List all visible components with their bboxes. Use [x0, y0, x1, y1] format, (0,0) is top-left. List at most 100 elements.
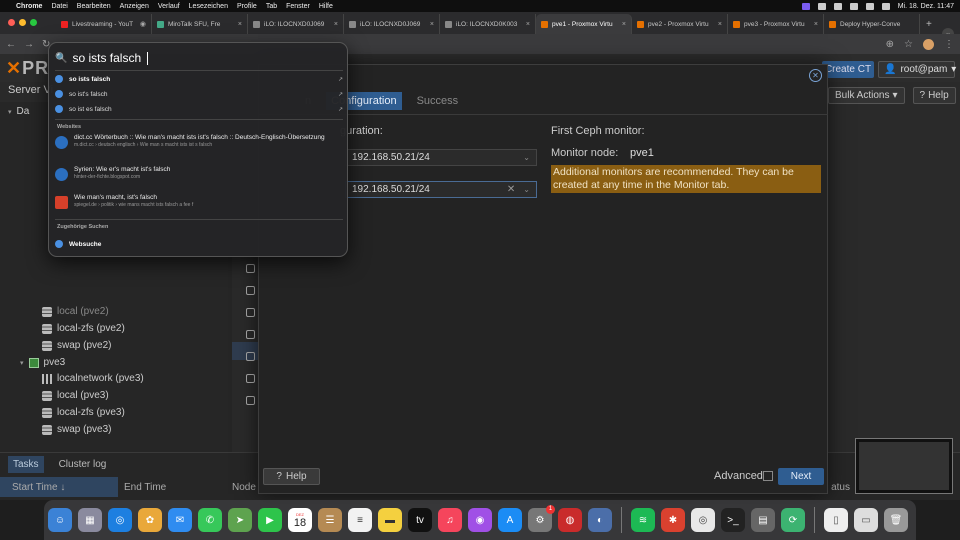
website-result[interactable]: Syrien: Wie er's macht ist's falsch hinte…	[55, 166, 343, 181]
user-menu-button[interactable]: 👤 root@pam ▾	[878, 61, 956, 78]
music-icon[interactable]: ♫	[438, 508, 462, 532]
folder-icon[interactable]	[246, 264, 255, 273]
chrome-icon[interactable]: ◎	[691, 508, 715, 532]
recorder-icon[interactable]: ◍	[558, 508, 582, 532]
profile-avatar[interactable]	[923, 38, 934, 50]
tree-item-storage[interactable]: swap (pve2)	[42, 340, 111, 351]
podcasts-icon[interactable]: ◉	[468, 508, 492, 532]
create-ct-button[interactable]: Create CT	[822, 61, 874, 78]
browser-tab[interactable]: iLO: ILOCNXD0J069 ×	[248, 14, 344, 34]
advanced-checkbox[interactable]	[763, 471, 773, 481]
menu-anzeigen[interactable]: Anzeigen	[120, 3, 149, 10]
menu-datei[interactable]: Datei	[51, 3, 67, 10]
browser-tab[interactable]: MiroTalk SFU, Fre ×	[152, 14, 248, 34]
bookmark-star-icon[interactable]: ☆	[904, 39, 913, 50]
tree-item-storage[interactable]: local-zfs (pve3)	[42, 407, 125, 418]
menu-profile[interactable]: Profile	[237, 3, 257, 10]
browser-tab-active[interactable]: pve1 - Proxmox Virtu ×	[536, 14, 632, 34]
column-end-time[interactable]: End Time	[118, 482, 232, 493]
document-icon[interactable]: ▯	[824, 508, 848, 532]
chevron-down-icon[interactable]: ⌄	[523, 153, 530, 162]
tab-close-icon[interactable]: ×	[430, 21, 434, 28]
tab-close-icon[interactable]: ×	[334, 21, 338, 28]
finder-icon[interactable]: ☺	[48, 508, 72, 532]
search-suggestion[interactable]: so ist es falsch ↗	[55, 102, 343, 116]
tree-item-network[interactable]: localnetwork (pve3)	[42, 373, 144, 384]
cluster-network-select[interactable]: 192.168.50.21/24 ✕ ⌄	[345, 181, 537, 198]
mail-icon[interactable]: ✉	[168, 508, 192, 532]
tree-node-pve3[interactable]: ▾ pve3	[20, 357, 65, 368]
screen-share-icon[interactable]	[801, 2, 810, 10]
battery-icon[interactable]	[833, 2, 842, 10]
launchpad-icon[interactable]: ▦	[78, 508, 102, 532]
tree-datacenter[interactable]: ▾ Da	[8, 106, 29, 117]
chevron-down-icon[interactable]: ⌄	[523, 185, 530, 194]
tab-tasks[interactable]: Tasks	[8, 456, 44, 473]
disk-icon[interactable]	[246, 396, 255, 405]
notes-icon[interactable]: ▬	[378, 508, 402, 532]
expand-icon[interactable]: ▾	[8, 108, 12, 116]
menu-bearbeiten[interactable]: Bearbeiten	[77, 3, 111, 10]
maps-icon[interactable]: ➤	[228, 508, 252, 532]
expand-icon[interactable]: ▾	[20, 359, 24, 367]
browser-tab[interactable]: Livestreaming - YouT ◉	[56, 14, 152, 34]
contacts-icon[interactable]: ☰	[318, 508, 342, 532]
menu-app-chrome[interactable]: Chrome	[16, 3, 42, 10]
volume-icon[interactable]	[817, 2, 826, 10]
minimize-window-button[interactable]	[19, 19, 26, 26]
search-suggestion[interactable]: so ist's falsch ↗	[55, 87, 343, 101]
clear-icon[interactable]: ✕	[507, 184, 515, 195]
menu-verlauf[interactable]: Verlauf	[158, 3, 180, 10]
app-icon[interactable]: ✱	[661, 508, 685, 532]
search-icon[interactable]	[865, 2, 874, 10]
spotify-icon[interactable]: ≋	[631, 508, 655, 532]
tab-close-icon[interactable]: ×	[718, 21, 722, 28]
spotlight-input[interactable]: 🔍 so ists falsch	[55, 48, 343, 68]
menu-tab[interactable]: Tab	[266, 3, 277, 10]
browser-tab[interactable]: Deploy Hyper-Conve	[824, 14, 920, 34]
ceph-icon[interactable]	[246, 330, 255, 339]
column-status[interactable]: atus	[831, 482, 850, 493]
tab-close-icon[interactable]: ×	[238, 21, 242, 28]
trash-icon[interactable]: 🗑	[884, 508, 908, 532]
app-store-icon[interactable]: A	[498, 508, 522, 532]
messages-icon[interactable]: ✆	[198, 508, 222, 532]
website-result[interactable]: Wie man's macht, ist's falsch spiegel.de …	[55, 194, 343, 209]
public-network-select[interactable]: 192.168.50.21/24 ⌄	[345, 149, 537, 166]
facetime-icon[interactable]: ▶	[258, 508, 282, 532]
server-view-selector[interactable]: Server Vi	[8, 84, 53, 96]
web-search-item[interactable]: Websuche	[55, 237, 343, 251]
help-button[interactable]: ? Help	[912, 87, 956, 104]
reminders-icon[interactable]: ≡	[348, 508, 372, 532]
website-result[interactable]: dict.cc Wörterbuch :: Wie man's macht is…	[55, 134, 343, 149]
system-settings-icon[interactable]: ⚙ 1	[528, 505, 555, 532]
tree-item-storage[interactable]: swap (pve3)	[42, 424, 111, 435]
close-icon[interactable]: ✕	[809, 69, 822, 82]
screen-share-preview[interactable]	[855, 438, 953, 494]
wifi-icon[interactable]	[849, 2, 858, 10]
tab-close-icon[interactable]: ×	[814, 21, 818, 28]
back-icon[interactable]: ←	[6, 39, 16, 50]
more-menu-icon[interactable]: ⋮	[944, 39, 954, 50]
next-button[interactable]: Next	[778, 468, 824, 485]
control-center-icon[interactable]	[881, 2, 890, 10]
browser-tab[interactable]: pve3 - Proxmox Virtu ×	[728, 14, 824, 34]
menu-hilfe[interactable]: Hilfe	[319, 3, 333, 10]
tree-item-storage[interactable]: local-zfs (pve2)	[42, 323, 125, 334]
tab-close-icon[interactable]: ×	[622, 21, 626, 28]
bulk-actions-button[interactable]: Bulk Actions ▾	[828, 87, 905, 104]
folder-icon[interactable]	[246, 286, 255, 295]
tab-close-icon[interactable]: ×	[526, 21, 530, 28]
photos-icon[interactable]: ✿	[138, 508, 162, 532]
search-suggestion[interactable]: so ists falsch ↗	[55, 72, 343, 86]
calculator-icon[interactable]: ▤	[751, 508, 775, 532]
downloads-icon[interactable]: ▭	[854, 508, 878, 532]
column-start-time[interactable]: Start Time ↓	[0, 477, 118, 497]
network-tool-icon[interactable]: ◐	[588, 508, 612, 532]
menu-fenster[interactable]: Fenster	[286, 3, 310, 10]
safari-icon[interactable]: ◎	[108, 508, 132, 532]
tree-item-storage[interactable]: local (pve3)	[42, 390, 109, 401]
zoom-icon[interactable]: ⊕	[886, 39, 894, 50]
browser-tab[interactable]: iLO: ILOCNXD0J069 ×	[344, 14, 440, 34]
close-window-button[interactable]	[8, 19, 15, 26]
